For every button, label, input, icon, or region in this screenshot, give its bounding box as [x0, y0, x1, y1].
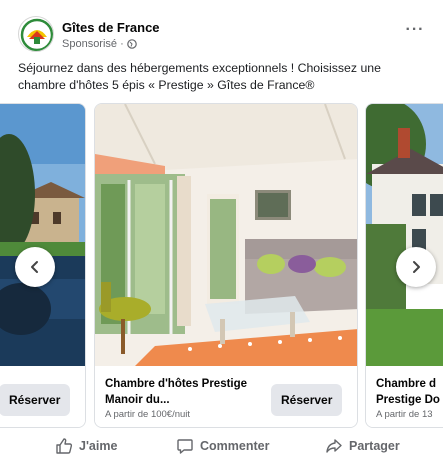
thumbs-up-icon	[56, 438, 73, 454]
carousel-card[interactable]: Chambre d'hôtes Prestige Manoir du... A …	[94, 103, 358, 428]
post-text: Séjournez dans des hébergements exceptio…	[18, 61, 381, 92]
reserve-button[interactable]: Réserver	[0, 384, 71, 416]
card-image	[366, 104, 443, 366]
carousel-next-button[interactable]	[396, 247, 436, 287]
card-footer: Chambre d Prestige Do A partir de 13	[366, 366, 443, 427]
chevron-right-icon	[413, 261, 420, 273]
post-meta: Sponsorisé ·	[62, 38, 137, 50]
gites-de-france-logo[interactable]	[18, 16, 54, 52]
page-name[interactable]: Gîtes de France	[62, 20, 160, 35]
card-image	[0, 104, 85, 366]
card-price: A partir de 100€/nuit	[105, 409, 191, 420]
share-label: Partager	[349, 439, 400, 453]
reserve-button[interactable]: Réserver	[271, 384, 343, 416]
comment-button[interactable]: Commenter	[176, 437, 269, 455]
sponsored-label: Sponsorisé ·	[62, 38, 124, 50]
globe-icon	[126, 39, 137, 49]
post-header: Gîtes de France Sponsorisé · ···	[18, 14, 429, 58]
card-image	[95, 104, 357, 366]
card-footer: Chambre d'hôtes Prestige Manoir du... A …	[95, 366, 357, 427]
card-title: Chambre d'hôtes Prestige Manoir du...	[105, 378, 248, 406]
card-footer: Réserver	[0, 366, 85, 427]
post-actions: J'aime Commenter Partager	[0, 428, 443, 461]
comment-icon	[177, 439, 193, 454]
chevron-left-icon	[31, 261, 38, 273]
card-price: A partir de 13	[376, 409, 433, 420]
comment-label: Commenter	[200, 439, 270, 453]
ad-carousel: Réserver Chambre d'hôtes Prestige Manoir…	[0, 103, 443, 428]
more-options-icon[interactable]: ···	[403, 22, 427, 42]
carousel-prev-button[interactable]	[15, 247, 55, 287]
like-label: J'aime	[79, 439, 118, 453]
sponsored-post: Gîtes de France Sponsorisé · ··· Séjourn…	[0, 0, 443, 461]
share-button[interactable]: Partager	[325, 437, 400, 455]
share-icon	[326, 439, 342, 453]
like-button[interactable]: J'aime	[55, 437, 117, 455]
card-title: Chambre d Prestige Do	[376, 378, 440, 406]
